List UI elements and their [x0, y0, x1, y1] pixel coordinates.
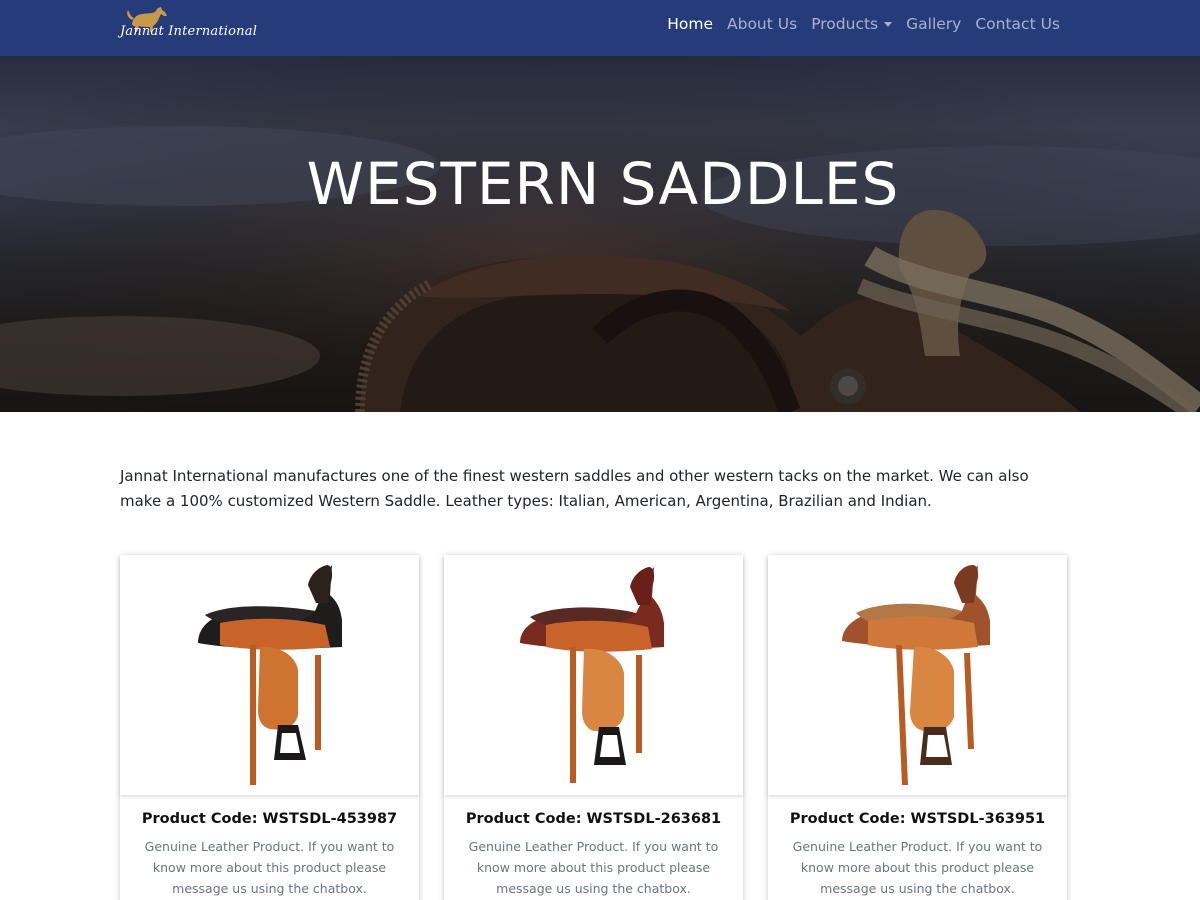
product-image-frame	[120, 555, 419, 795]
product-card[interactable]: Product Code: WSTSDL-263681 Genuine Leat…	[444, 555, 743, 900]
saddle-burgundy-tan-image[interactable]	[444, 555, 743, 795]
product-card-body: Product Code: WSTSDL-363951 Genuine Leat…	[768, 795, 1067, 899]
product-card[interactable]: Product Code: WSTSDL-453987 Genuine Leat…	[120, 555, 419, 900]
intro-paragraph: Jannat International manufactures one of…	[120, 467, 1029, 510]
product-card-body: Product Code: WSTSDL-453987 Genuine Leat…	[120, 795, 419, 899]
saddle-black-tan-image[interactable]	[120, 555, 419, 795]
brand-text: Jannat International	[120, 24, 258, 39]
nav-home[interactable]: Home	[667, 15, 713, 33]
product-description: Genuine Leather Product. If you want to …	[792, 839, 1043, 896]
product-code: Product Code: WSTSDL-363951	[789, 811, 1046, 827]
hero-saddle-image	[0, 56, 1200, 412]
caret-down-icon	[884, 21, 893, 27]
nav-about-us[interactable]: About Us	[727, 15, 797, 33]
top-navbar: Jannat International Home About Us Produ…	[0, 0, 1200, 56]
hero-title: WESTERN SADDLES	[306, 150, 900, 218]
product-card-body: Product Code: WSTSDL-263681 Genuine Leat…	[444, 795, 743, 899]
product-card[interactable]: Product Code: WSTSDL-363951 Genuine Leat…	[768, 555, 1067, 900]
product-code: Product Code: WSTSDL-263681	[465, 811, 722, 827]
product-description: Genuine Leather Product. If you want to …	[144, 839, 395, 896]
product-code: Product Code: WSTSDL-453987	[141, 811, 398, 827]
product-image-frame	[444, 555, 743, 795]
brand-logo-link[interactable]: Jannat International	[118, 2, 258, 48]
product-image-frame	[768, 555, 1067, 795]
nav-products-label: Products	[811, 15, 879, 33]
hero-banner: WESTERN SADDLES	[0, 56, 1200, 412]
product-description: Genuine Leather Product. If you want to …	[468, 839, 719, 896]
main-nav: Home About Us Products Gallery Contact U…	[667, 0, 1060, 48]
nav-products-dropdown[interactable]: Products	[811, 15, 893, 33]
saddle-tan-image[interactable]	[768, 555, 1067, 795]
nav-gallery[interactable]: Gallery	[906, 15, 961, 33]
nav-contact-us[interactable]: Contact Us	[975, 15, 1060, 33]
